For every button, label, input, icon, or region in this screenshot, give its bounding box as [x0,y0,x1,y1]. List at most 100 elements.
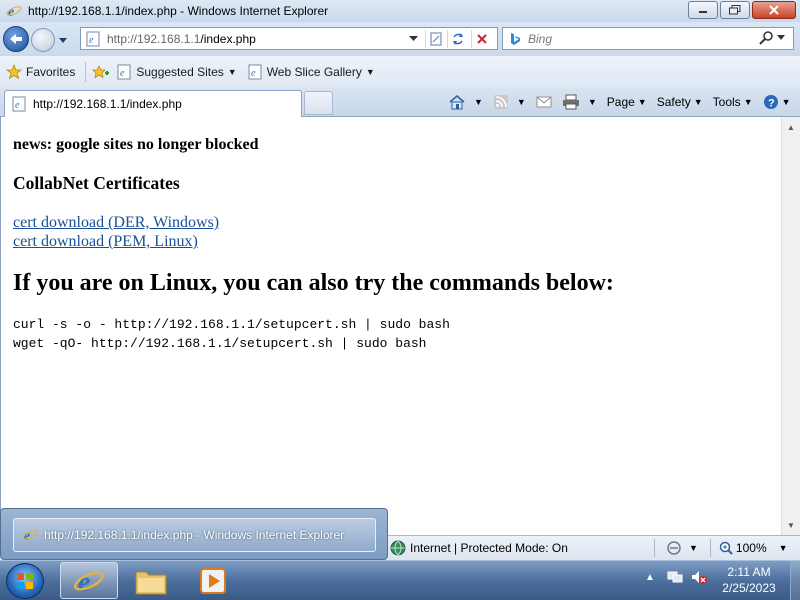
search-box[interactable]: Bing [502,27,794,50]
system-clock[interactable]: 2:11 AM 2/25/2023 [716,564,782,596]
minimize-button[interactable] [688,1,718,19]
read-mail-button[interactable] [536,96,552,108]
safety-menu[interactable]: Safety ▼ [657,95,703,109]
chevron-down-icon [59,38,67,43]
search-input[interactable]: Bing [528,32,552,46]
star-icon [6,64,22,80]
help-button[interactable]: ? ▼ [763,94,791,110]
compatibility-view-icon [430,32,441,46]
chevron-down-icon [408,36,418,41]
network-icon[interactable] [667,569,683,585]
cert-download-pem-link[interactable]: cert download (PEM, Linux) [13,232,781,251]
bing-logo-icon [511,32,520,45]
notification-area: ▲ [645,569,707,585]
tab-label: http://192.168.1.1/index.php [33,97,182,111]
tab-bar: e http://192.168.1.1/index.php ▼ ▼ ▼ Pag… [0,88,800,117]
scroll-down-icon[interactable]: ▼ [783,517,799,533]
close-button[interactable] [752,1,796,19]
privacy-report-icon[interactable] [665,540,683,556]
svg-text:?: ? [768,98,775,110]
address-bar[interactable]: e http://192.168.1.1/index.php [80,27,498,50]
chevron-down-icon: ▼ [743,97,753,107]
page-menu[interactable]: Page ▼ [607,95,647,109]
scroll-up-icon[interactable]: ▲ [783,119,799,135]
home-button[interactable]: ▼ [448,94,483,110]
search-button[interactable] [759,31,785,45]
suggested-sites-link[interactable]: e Suggested Sites ▼ [116,64,237,80]
svg-text:e: e [251,68,256,79]
page-menu-label: Page [606,95,635,109]
page-icon: e [248,64,262,80]
new-tab-button[interactable] [304,91,333,115]
taskbar-media-player[interactable] [184,562,242,599]
chevron-down-icon: ▼ [778,543,788,553]
address-path: /index.php [200,31,256,46]
status-separator [709,539,711,557]
tools-menu-label: Tools [712,95,741,109]
stop-icon [476,34,487,44]
suggested-sites-label: Suggested Sites [136,65,224,79]
favorites-separator [85,62,87,82]
print-button[interactable]: ▼ [562,94,597,110]
chevron-down-icon[interactable]: ▼ [689,543,698,553]
compatibility-view-button[interactable] [425,30,445,48]
status-tools: ▼ 100% ▼ [654,539,788,557]
printer-icon [562,94,579,110]
favorites-button[interactable]: Favorites [6,64,75,80]
windows-logo-icon [17,573,33,589]
chevron-down-icon: ▼ [637,97,647,107]
restore-icon [729,5,741,15]
ie-logo-icon: e [73,567,105,597]
add-to-favorites-bar-button[interactable] [92,64,110,80]
address-text: http://192.168.1.1/index.php [107,32,256,46]
back-arrow-icon [10,34,22,44]
maximize-button[interactable] [720,1,750,19]
ie-logo-icon: e [22,529,38,543]
window-title: http://192.168.1.1/index.php - Windows I… [28,4,329,18]
tools-menu[interactable]: Tools ▼ [713,95,753,109]
address-host: http://192.168.1.1 [107,31,201,46]
page-icon: e [86,31,100,46]
volume-muted-icon[interactable] [691,569,707,585]
page-icon: e [117,64,131,80]
chevron-down-icon: ▼ [693,97,703,107]
chevron-down-icon: ▼ [587,97,597,107]
show-hidden-icons-icon[interactable]: ▲ [645,572,655,583]
vertical-scrollbar[interactable]: ▲ ▼ [781,117,800,535]
svg-text:e: e [8,5,14,19]
recent-pages-dropdown[interactable] [58,34,68,48]
close-icon [769,5,779,15]
zoom-level: 100% [735,541,767,555]
home-icon [449,94,465,110]
command-line: wget -qO- http://192.168.1.1/setupcert.s… [13,336,427,351]
stop-button[interactable] [471,30,491,48]
chevron-down-icon: ▼ [516,97,526,107]
taskbar-file-explorer[interactable] [122,562,180,599]
zoom-icon [719,541,733,555]
show-desktop-button[interactable] [790,561,800,600]
chevron-down-icon: ▼ [781,97,791,107]
taskbar-internet-explorer[interactable]: e [60,562,118,599]
back-button[interactable] [3,26,29,52]
page-content: news: google sites no longer blocked Col… [0,117,781,535]
security-zone[interactable]: Internet | Protected Mode: On [390,540,568,556]
start-button[interactable] [6,563,44,599]
refresh-button[interactable] [447,30,467,48]
page-icon: e [12,96,26,112]
svg-text:e: e [15,100,20,111]
forward-button[interactable] [31,28,55,52]
cert-download-der-link[interactable]: cert download (DER, Windows) [13,213,781,232]
clock-time: 2:11 AM [727,565,771,579]
web-slice-gallery-link[interactable]: e Web Slice Gallery ▼ [247,64,375,80]
status-separator [654,539,655,557]
address-dropdown-button[interactable] [406,31,420,47]
svg-text:e: e [24,529,30,543]
taskbar-thumbnail-popup[interactable]: e http://192.168.1.1/index.php - Windows… [0,508,388,560]
browser-window: e http://192.168.1.1/index.php - Windows… [0,0,800,560]
zoom-control[interactable]: 100% ▼ [719,541,788,555]
feeds-button[interactable]: ▼ [493,94,526,110]
title-bar: e http://192.168.1.1/index.php - Windows… [0,0,800,22]
thumbnail-item[interactable]: e http://192.168.1.1/index.php - Windows… [13,518,376,552]
tab-active[interactable]: e http://192.168.1.1/index.php [4,90,302,117]
taskbar: e ▲ 2:11 AM 2/25/2023 [0,560,800,600]
